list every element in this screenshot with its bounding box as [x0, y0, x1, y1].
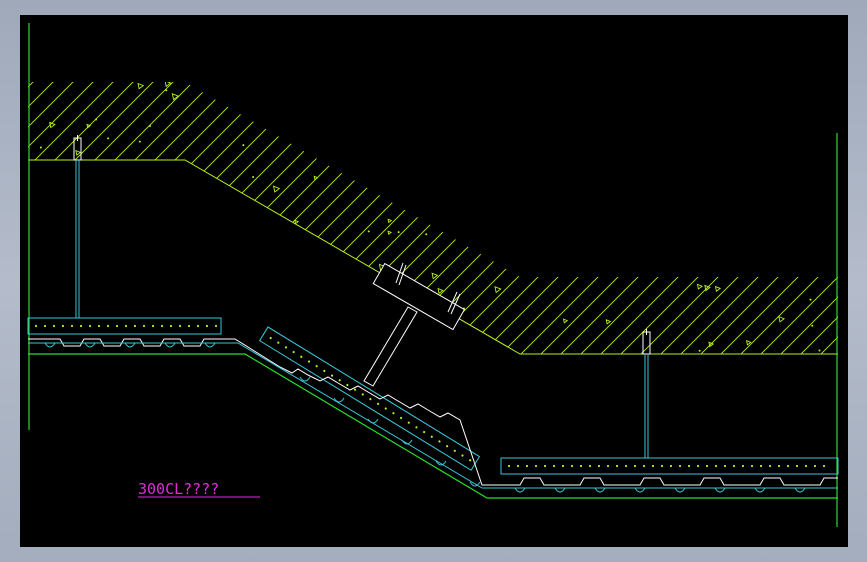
soil-aggregate [29, 82, 826, 354]
soil-hatch [28, 82, 838, 354]
diagonal-strut [363, 262, 466, 387]
ceiling-panel-slope [258, 326, 481, 471]
ceiling-panel-left [27, 317, 222, 335]
drawing-annotation: 300CL???? [138, 480, 260, 498]
annotation-text: 300CL???? [138, 480, 219, 498]
soil-underside-line [28, 159, 838, 355]
cad-viewport[interactable]: 300CL???? [20, 15, 848, 547]
soil-section [28, 82, 838, 355]
cad-drawing: 300CL???? [27, 23, 839, 527]
ceiling-panel-right [500, 457, 839, 475]
hanger-rod-left [73, 135, 82, 318]
